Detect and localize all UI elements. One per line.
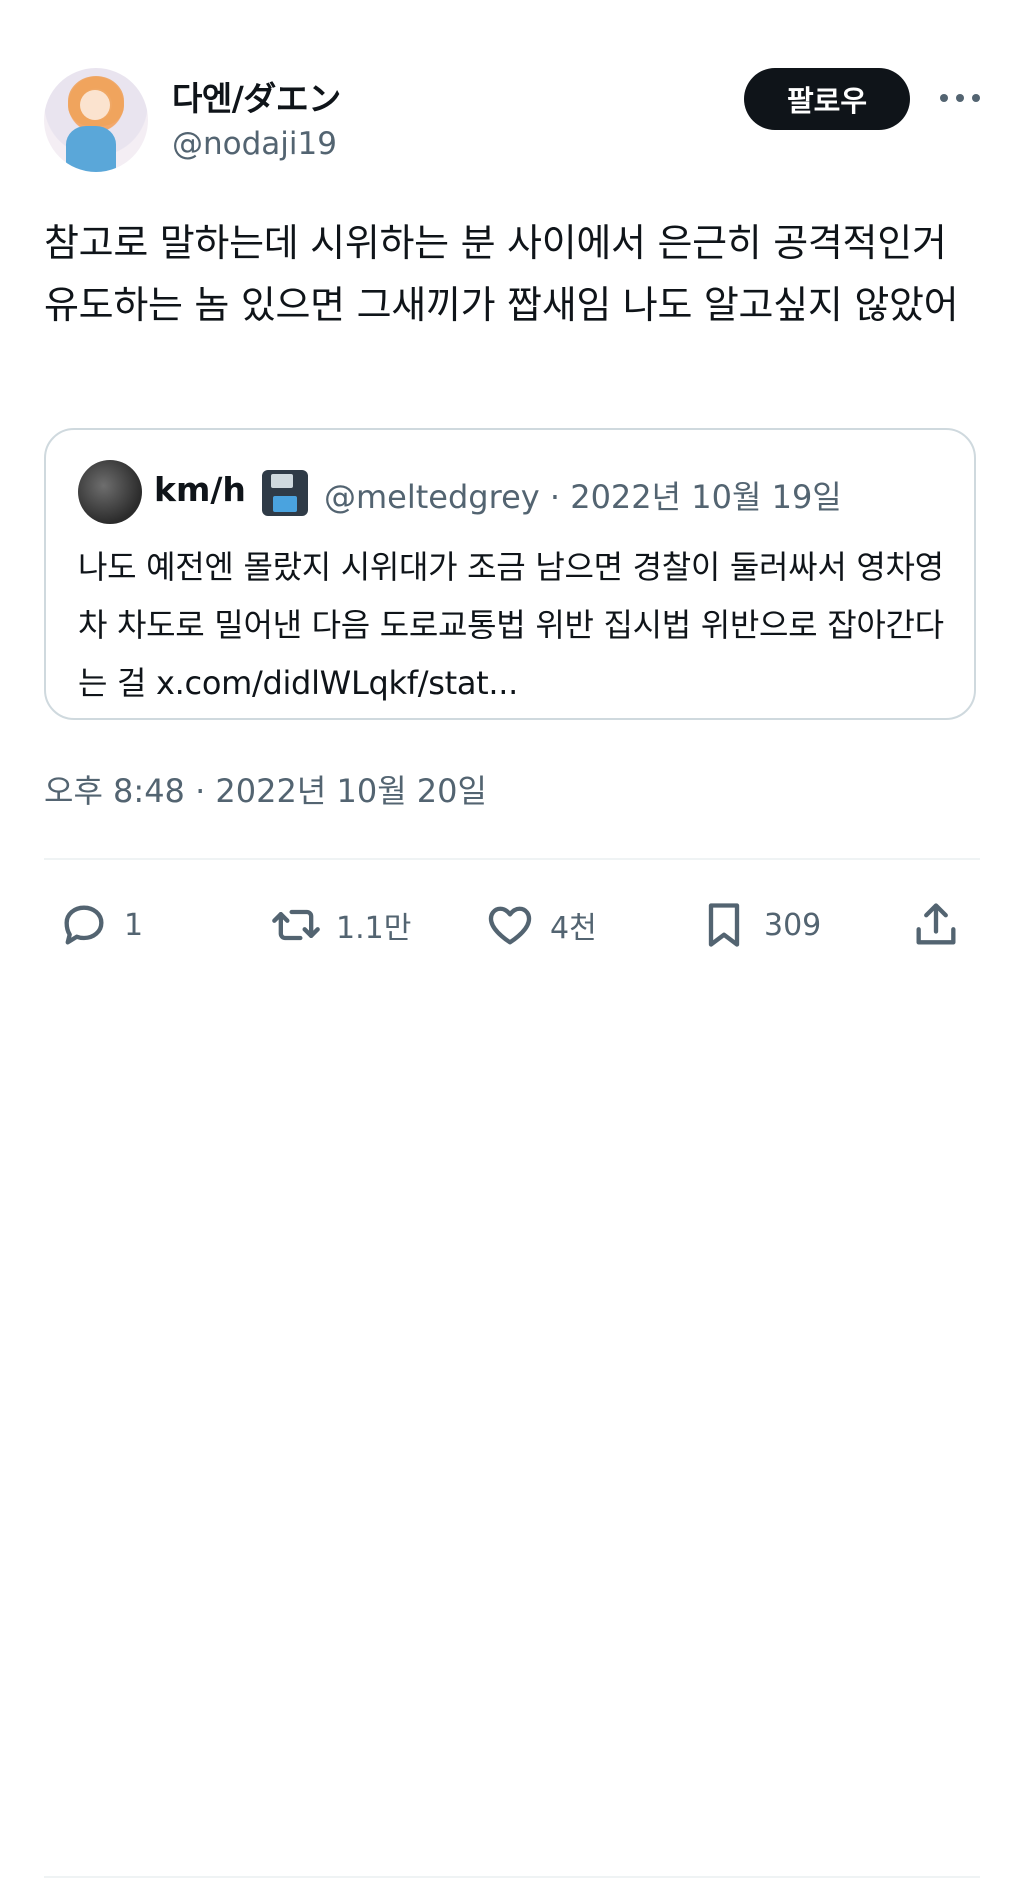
follow-button[interactable]: 팔로우 bbox=[744, 68, 910, 130]
reply-button[interactable]: 1 bbox=[58, 890, 143, 960]
author-handle[interactable]: @nodaji19 bbox=[172, 126, 337, 162]
reply-icon bbox=[64, 905, 104, 945]
like-count: 4천 bbox=[550, 911, 597, 946]
retweet-icon bbox=[272, 909, 320, 941]
like-button[interactable]: 4천 bbox=[484, 890, 597, 960]
quoted-author-avatar bbox=[78, 460, 142, 524]
bookmark-icon bbox=[708, 903, 740, 947]
tweet-header: 다엔/ダエン @nodaji19 팔로우 bbox=[44, 66, 980, 176]
more-horizontal-icon[interactable] bbox=[940, 84, 980, 112]
reply-count: 1 bbox=[124, 907, 144, 943]
share-icon bbox=[916, 903, 956, 945]
tweet-timestamp[interactable]: 오후 8:48 · 2022년 10월 20일 bbox=[44, 766, 487, 812]
heart-icon bbox=[488, 906, 532, 945]
bookmark-button[interactable]: 309 bbox=[698, 890, 821, 960]
share-button[interactable] bbox=[910, 890, 962, 960]
author-display-name[interactable]: 다엔/ダエン bbox=[172, 72, 341, 120]
bookmark-count: 309 bbox=[764, 907, 822, 943]
retweet-count: 1.1만 bbox=[336, 911, 412, 946]
quoted-tweet-card[interactable]: km/h @meltedgrey · 2022년 10월 19일 나도 예전엔 … bbox=[44, 428, 976, 720]
quoted-tweet-text: 나도 예전엔 몰랐지 시위대가 조금 남으면 경찰이 둘러싸서 영차영차 차도로… bbox=[78, 548, 944, 702]
quoted-author-name: km/h bbox=[154, 470, 246, 509]
retweet-button[interactable]: 1.1만 bbox=[270, 890, 411, 960]
action-bar: 1 1.1만 4천 309 bbox=[44, 890, 980, 1878]
quoted-handle-date: @meltedgrey · 2022년 10월 19일 bbox=[324, 478, 842, 516]
divider bbox=[44, 858, 980, 860]
author-avatar[interactable] bbox=[44, 68, 148, 172]
floppy-disk-icon bbox=[262, 470, 308, 516]
tweet-text: 참고로 말하는데 시위하는 분 사이에서 은근히 공격적인거 유도하는 놈 있으… bbox=[44, 221, 959, 327]
